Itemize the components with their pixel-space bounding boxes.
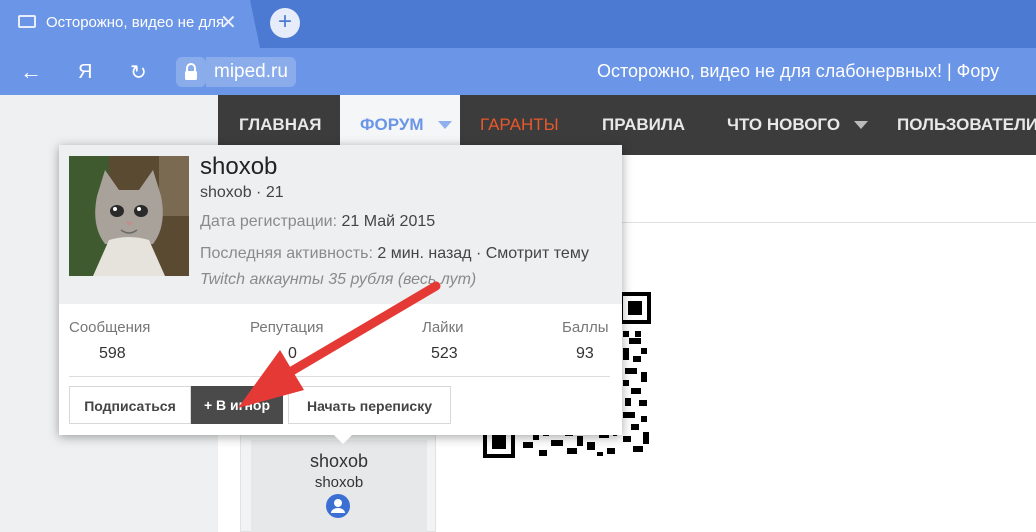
stat-label-reputation: Репутация [250, 319, 324, 336]
stat-value-reputation: 0 [288, 345, 297, 362]
postbit-username[interactable]: shoxob [251, 451, 427, 472]
registration-label: Дата регистрации: [200, 213, 338, 230]
start-conversation-button[interactable]: Начать переписку [288, 386, 451, 424]
stat-value-points[interactable]: 93 [576, 345, 594, 363]
tab-close-icon[interactable]: ✕ [220, 10, 237, 35]
lock-icon[interactable] [176, 57, 206, 87]
registration-value: 21 Май 2015 [341, 213, 436, 230]
tooltip-pointer [332, 433, 354, 444]
registration-line: Дата регистрации: 21 Май 2015 [200, 213, 435, 231]
monitor-icon [18, 15, 36, 28]
user-badge-icon [326, 494, 350, 518]
activity-value[interactable]: 2 мин. назад · Смотрит тему [377, 245, 589, 262]
member-username[interactable]: shoxob [200, 153, 277, 181]
activity-label: Последняя активность: [200, 245, 373, 262]
divider [69, 376, 610, 377]
stat-label-messages: Сообщения [69, 319, 151, 336]
nav-item-whats-new[interactable]: ЧТО НОВОГО [727, 95, 840, 155]
chevron-down-icon[interactable] [854, 121, 868, 129]
member-subtitle: shoxob · 21 [200, 184, 284, 201]
member-status: Twitch аккаунты 35 рубля (весь лут) [200, 271, 477, 288]
stat-value-likes[interactable]: 523 [431, 345, 458, 363]
avatar[interactable] [69, 156, 189, 276]
chevron-down-icon[interactable] [438, 121, 452, 129]
postbit-user-title: shoxob [314, 474, 364, 491]
reload-icon[interactable]: ↻ [130, 60, 147, 85]
yandex-logo-icon[interactable]: Я [78, 61, 92, 84]
activity-line: Последняя активность: 2 мин. назад · Смо… [200, 245, 589, 263]
page-title: Осторожно, видео не для слабонервных! | … [597, 61, 1000, 81]
ignore-button[interactable]: + В игнор [191, 386, 283, 424]
tab-title[interactable]: Осторожно, видео не для [46, 14, 224, 31]
stat-label-points: Баллы [562, 319, 609, 336]
back-arrow-icon[interactable]: ← [20, 59, 42, 85]
url-domain[interactable]: miped.ru [206, 57, 296, 87]
new-tab-button[interactable]: + [270, 8, 300, 38]
follow-button[interactable]: Подписаться [69, 386, 191, 424]
stat-label-likes: Лайки [422, 319, 464, 336]
nav-item-users[interactable]: ПОЛЬЗОВАТЕЛИ [897, 95, 1036, 155]
stat-value-messages[interactable]: 598 [99, 345, 126, 363]
